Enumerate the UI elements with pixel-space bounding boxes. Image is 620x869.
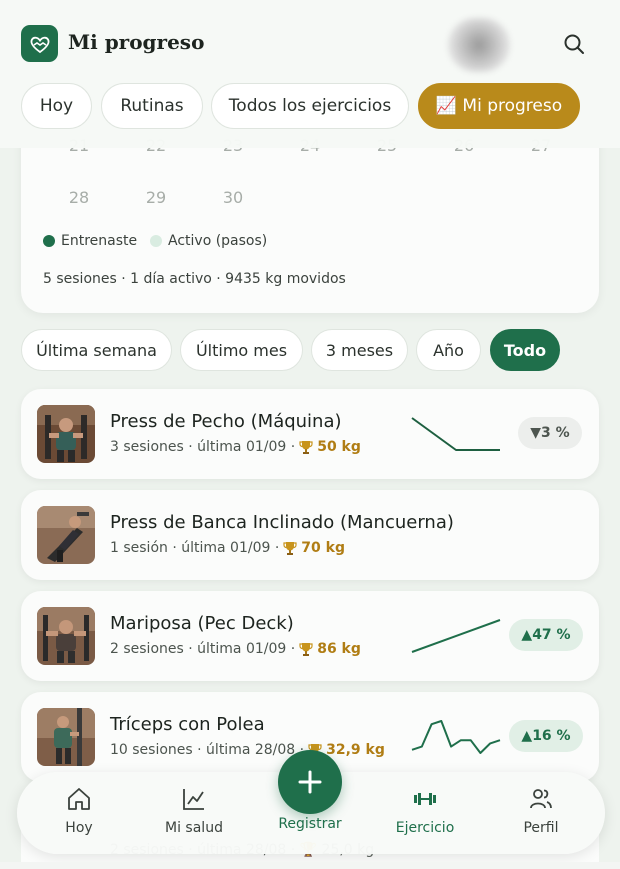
sparkline-path [411,619,501,653]
exercise-name: Tríceps con Polea [110,714,265,735]
legend-active-label: Activo (pasos) [168,233,268,249]
trend-badge: ▲16 % [509,720,583,752]
nav-mi-salud[interactable]: Mi salud [144,786,244,836]
nav-mi-salud-label: Mi salud [165,820,223,836]
chart-icon [144,786,244,814]
home-icon [29,786,129,814]
exercise-pr: 86 kg [317,641,361,657]
exercise-thumbnail [37,708,95,766]
exercise-name: Press de Banca Inclinado (Mancuerna) [110,512,454,533]
nav-ejercicio[interactable]: Ejercicio [375,786,475,836]
exercise-card-press-banca-inclinado[interactable]: Press de Banca Inclinado (Mancuerna) 1 s… [21,490,599,580]
page-title: Mi progreso [68,30,205,54]
filter-3-meses[interactable]: 3 meses [311,329,408,371]
footer-strip [0,862,620,869]
exercise-meta: 2 sesiones · última 01/09 · 86 kg [110,641,361,657]
calendar-day[interactable]: 28 [57,188,101,207]
nav-perfil-label: Perfil [523,820,559,836]
nav-perfil[interactable]: Perfil [491,786,591,836]
exercise-meta-text: 1 sesión · última 01/09 · [110,540,280,556]
trained-dot-icon [43,235,55,247]
exercise-thumbnail [37,506,95,564]
legend-active: Activo (pasos) [150,233,267,249]
nav-hoy-label: Hoy [65,820,93,836]
calendar-day[interactable]: 30 [211,188,255,207]
trend-badge: ▼3 % [518,417,582,449]
add-button[interactable] [278,750,342,814]
exercise-meta-text: 2 sesiones · última 01/09 · [110,641,296,657]
exercise-meta: 10 sesiones · última 28/08 · 32,9 kg [110,742,385,758]
exercise-name: Press de Pecho (Máquina) [110,411,342,432]
tab-mi-progreso[interactable]: 📈 Mi progreso [418,83,580,129]
calendar-summary: 5 sesiones · 1 día activo · 9435 kg movi… [43,271,346,287]
sparkline-path [411,720,501,754]
filter-ano[interactable]: Año [416,329,481,371]
trend-sparkline [411,619,501,653]
exercise-name: Mariposa (Pec Deck) [110,613,294,634]
filter-ultimo-mes[interactable]: Último mes [180,329,303,371]
app-header: Mi progreso Hoy Rutinas Todos los ejerci… [0,0,620,148]
trophy-icon [283,541,297,556]
nav-hoy[interactable]: Hoy [29,786,129,836]
exercise-pr: 50 kg [317,439,361,455]
exercise-card-press-pecho[interactable]: Press de Pecho (Máquina) 3 sesiones · úl… [21,389,599,479]
calendar-day[interactable]: 29 [134,188,178,207]
filter-todo[interactable]: Todo [490,329,560,371]
trophy-icon [299,642,313,657]
exercise-pr: 32,9 kg [326,742,385,758]
legend-trained-label: Entrenaste [61,233,138,249]
active-dot-icon [150,235,162,247]
calendar-week-last: 28 29 30 [21,188,599,210]
nav-registrar-label[interactable]: Registrar [260,816,360,832]
tab-hoy[interactable]: Hoy [21,83,92,129]
exercise-meta: 3 sesiones · última 01/09 · 50 kg [110,439,361,455]
trend-badge: ▲47 % [509,619,583,651]
plus-icon [298,770,322,794]
exercise-meta: 1 sesión · última 01/09 · 70 kg [110,540,345,556]
exercise-meta-text: 3 sesiones · última 01/09 · [110,439,296,455]
exercise-pr: 70 kg [301,540,345,556]
search-icon[interactable] [560,30,588,58]
tab-rutinas[interactable]: Rutinas [101,83,203,129]
trend-sparkline [411,720,501,754]
exercise-thumbnail [37,607,95,665]
nav-ejercicio-label: Ejercicio [395,820,455,836]
legend-trained: Entrenaste [43,233,137,249]
tab-todos-ejercicios[interactable]: Todos los ejercicios [211,83,409,129]
trend-sparkline [411,417,500,451]
exercise-thumbnail [37,405,95,463]
heart-hands-icon[interactable] [21,25,58,62]
exercise-card-mariposa[interactable]: Mariposa (Pec Deck) 2 sesiones · última … [21,591,599,681]
exercise-meta-text: 10 sesiones · última 28/08 · [110,742,305,758]
avatar[interactable] [448,18,510,72]
users-icon [491,786,591,814]
filter-ultima-semana[interactable]: Última semana [21,329,172,371]
sparkline-path [411,417,500,451]
dumbbell-icon [375,786,475,814]
trophy-icon [299,440,313,455]
